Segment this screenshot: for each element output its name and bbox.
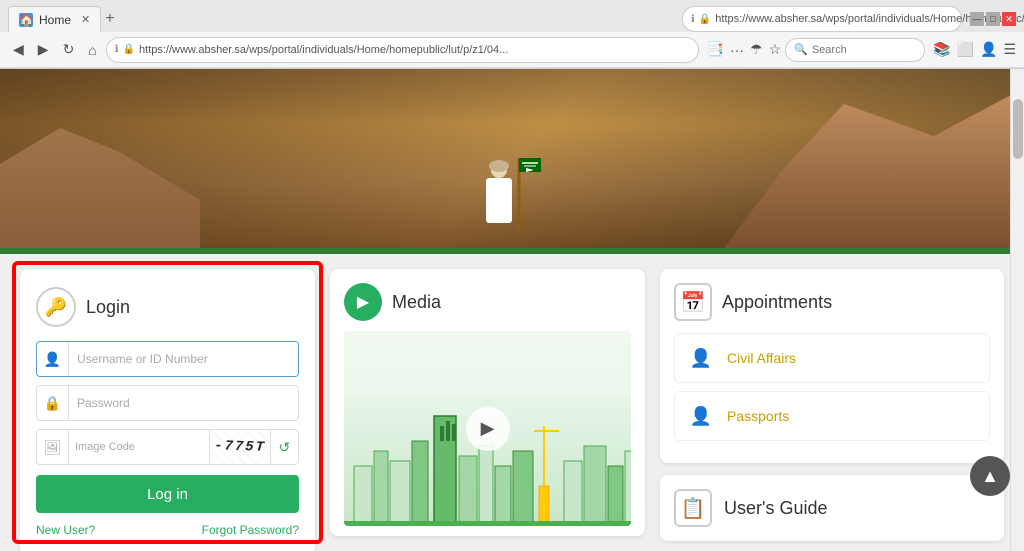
hero-figure [464, 148, 544, 248]
media-card: ▶ Media [330, 269, 645, 536]
tab-title: Home [39, 13, 71, 27]
browser-right-icons: 📑 ··· ☂ ☆ [707, 41, 782, 58]
media-video[interactable]: ▶ [344, 331, 631, 526]
login-card: 🔑 Login 👤 🔒 🖼 Image Code [20, 269, 315, 551]
nav-bar: ◀ ▶ ↻ ⌂ ℹ 🔒 https://www.absher.sa/wps/po… [0, 32, 1024, 68]
captcha-image: -775T [209, 430, 270, 464]
new-tab-button[interactable]: + [105, 10, 114, 28]
password-input[interactable] [69, 386, 298, 420]
appointments-card: 📅 Appointments 👤 Civil Affairs 👤 Passpor… [660, 269, 1004, 463]
page-content: 🔑 Login 👤 🔒 🖼 Image Code [0, 69, 1024, 551]
passports-icon: 👤 [685, 400, 717, 432]
captcha-icon: 🖼 [37, 430, 69, 464]
appointments-header: 📅 Appointments [674, 283, 990, 321]
passports-item[interactable]: 👤 Passports [674, 391, 990, 441]
login-links: New User? Forgot Password? [36, 523, 299, 537]
tab-view-icon[interactable]: ⬜ [957, 41, 974, 58]
login-button[interactable]: Log in [36, 475, 299, 513]
history-icon[interactable]: 📚 [933, 41, 950, 58]
username-input[interactable] [69, 342, 298, 376]
active-tab[interactable]: 🏠 Home ✕ [8, 6, 101, 32]
scrollbar[interactable] [1010, 69, 1024, 551]
civil-affairs-label: Civil Affairs [727, 350, 796, 366]
play-button[interactable]: ▶ [466, 407, 510, 451]
guide-icon: 📋 [674, 489, 712, 527]
lock-icon-nav: 🔒 [123, 44, 135, 55]
media-play-icon: ▶ [344, 283, 382, 321]
lock-icon: 🔒 [699, 14, 711, 25]
civil-affairs-icon: 👤 [685, 342, 717, 374]
back-button[interactable]: ◀ [8, 39, 29, 60]
passports-label: Passports [727, 408, 789, 424]
user-icon: 👤 [37, 342, 69, 376]
menu-icon[interactable]: ☰ [1003, 41, 1016, 58]
captcha-refresh-button[interactable]: ↺ [270, 430, 298, 464]
new-user-link[interactable]: New User? [36, 523, 95, 537]
users-guide-card[interactable]: 📋 User's Guide [660, 475, 1004, 541]
hero-banner [0, 69, 1024, 254]
extra-browser-icons: 📚 ⬜ 👤 ☰ [933, 41, 1016, 58]
guide-title: User's Guide [724, 498, 827, 519]
scrollbar-thumb[interactable] [1013, 99, 1023, 159]
refresh-button[interactable]: ↻ [58, 39, 80, 60]
scroll-to-top-button[interactable]: ▲ [970, 456, 1010, 496]
image-code-label: Image Code [69, 441, 209, 453]
appointments-title: Appointments [722, 292, 832, 313]
more-icon[interactable]: ··· [730, 42, 744, 58]
username-field[interactable]: 👤 [36, 341, 299, 377]
lock-field-icon: 🔒 [37, 386, 69, 420]
tab-favicon: 🏠 [19, 13, 33, 27]
captcha-text: -775T [213, 438, 266, 456]
main-content: 🔑 Login 👤 🔒 🖼 Image Code [0, 254, 1024, 551]
star-icon[interactable]: ☆ [769, 41, 782, 58]
captcha-field[interactable]: 🖼 Image Code -775T ↺ [36, 429, 299, 465]
login-card-wrapper: 🔑 Login 👤 🔒 🖼 Image Code [20, 269, 315, 536]
window-controls: — □ ✕ [970, 12, 1016, 26]
right-section: 📅 Appointments 👤 Civil Affairs 👤 Passpor… [660, 269, 1004, 536]
info-icon-nav: ℹ [115, 44, 119, 55]
password-field[interactable]: 🔒 [36, 385, 299, 421]
address-bar[interactable]: ℹ 🔒 https://www.absher.sa/wps/portal/ind… [106, 37, 699, 63]
search-input[interactable] [812, 44, 916, 56]
media-header: ▶ Media [344, 283, 631, 321]
maximize-button[interactable]: □ [986, 12, 1000, 26]
tab-bar: 🏠 Home ✕ + ℹ 🔒 https://www.absher.sa/wps… [0, 0, 1024, 32]
url-display: ℹ 🔒 https://www.absher.sa/wps/portal/ind… [682, 6, 962, 32]
home-button[interactable]: ⌂ [83, 40, 101, 60]
search-bar[interactable]: 🔍 [785, 38, 925, 62]
login-title: Login [86, 297, 130, 318]
search-icon: 🔍 [794, 43, 808, 56]
media-title: Media [392, 292, 441, 313]
bookmark-icon[interactable]: 📑 [707, 41, 724, 58]
login-header: 🔑 Login [36, 287, 299, 327]
minimize-button[interactable]: — [970, 12, 984, 26]
close-button[interactable]: ✕ [1002, 12, 1016, 26]
pocket-icon: ☂ [750, 41, 763, 58]
address-text: https://www.absher.sa/wps/portal/individ… [139, 44, 508, 56]
forward-button[interactable]: ▶ [33, 39, 54, 60]
civil-affairs-item[interactable]: 👤 Civil Affairs [674, 333, 990, 383]
tab-close-button[interactable]: ✕ [81, 13, 90, 26]
sync-icon[interactable]: 👤 [980, 41, 997, 58]
info-icon: ℹ [691, 14, 695, 25]
browser-chrome: 🏠 Home ✕ + ℹ 🔒 https://www.absher.sa/wps… [0, 0, 1024, 69]
appointments-icon: 📅 [674, 283, 712, 321]
login-key-icon: 🔑 [36, 287, 76, 327]
forgot-password-link[interactable]: Forgot Password? [202, 523, 299, 537]
